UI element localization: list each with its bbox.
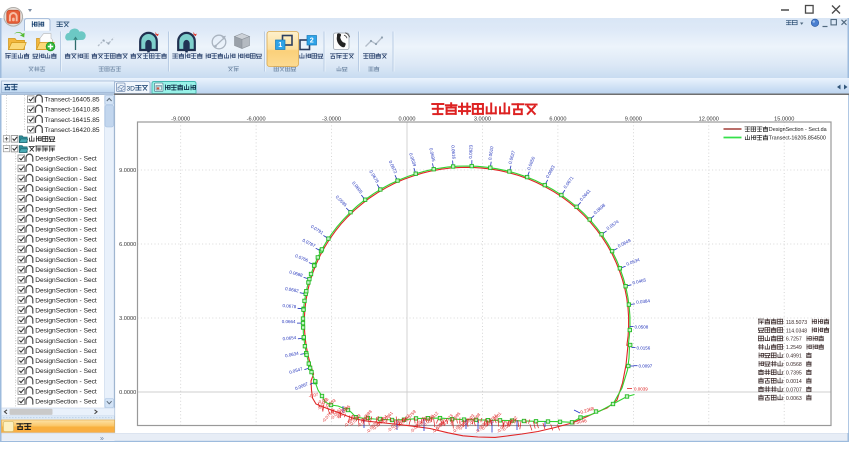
svg-text:DesignSection - Sect: DesignSection - Sect [35, 399, 97, 406]
svg-text:0.0508: 0.0508 [635, 325, 649, 330]
svg-text:DesignSection - Sect: DesignSection - Sect [35, 257, 97, 264]
svg-text:: 0.4991: : 0.4991 [783, 354, 802, 360]
svg-text:DesignSection - Sect: DesignSection - Sect [35, 166, 97, 173]
svg-text:0.0000: 0.0000 [398, 116, 415, 122]
svg-text:0.0039: 0.0039 [634, 387, 648, 392]
svg-text:Transect-16415.85: Transect-16415.85 [45, 117, 100, 124]
svg-text:DesignSection - Sect: DesignSection - Sect [35, 297, 97, 304]
svg-text:DesignSection - Sect: DesignSection - Sect [35, 176, 97, 183]
svg-text:0.0000: 0.0000 [119, 390, 136, 396]
svg-text:DesignSection - Sect: DesignSection - Sect [35, 328, 97, 335]
svg-text:-3.0000: -3.0000 [322, 116, 341, 122]
svg-text:DesignSection - Sect: DesignSection - Sect [35, 237, 97, 244]
svg-text:0.0664: 0.0664 [282, 319, 296, 324]
svg-text:6.0000: 6.0000 [549, 116, 566, 122]
svg-text:DesignSection - Sect: DesignSection - Sect [35, 186, 97, 193]
svg-text:9.0000: 9.0000 [625, 116, 642, 122]
svg-text:Transect-16410.85: Transect-16410.85 [45, 107, 100, 114]
svg-text:DesignSection - Sect.da: DesignSection - Sect.da [769, 127, 827, 133]
svg-text:3D: 3D [127, 86, 136, 93]
svg-text:: 0.0063: : 0.0063 [783, 396, 802, 402]
svg-text:DesignSection - Sect: DesignSection - Sect [35, 206, 97, 213]
svg-text:6.0000: 6.0000 [119, 242, 136, 248]
svg-text:DesignSection - Sect: DesignSection - Sect [35, 318, 97, 325]
svg-text:: 114.0348: : 114.0348 [783, 328, 807, 334]
svg-text:1: 1 [278, 40, 282, 49]
svg-text:DesignSection - Sect: DesignSection - Sect [35, 247, 97, 254]
svg-text:DesignSection - Sect: DesignSection - Sect [35, 368, 97, 375]
svg-text:0.0623: 0.0623 [468, 144, 473, 158]
svg-text:DesignSection - Sect: DesignSection - Sect [35, 156, 97, 163]
svg-text:DesignSection - Sect: DesignSection - Sect [35, 287, 97, 294]
svg-text:-9.0000: -9.0000 [171, 116, 190, 122]
svg-text:»: » [100, 436, 104, 443]
svg-text:: 118.5073: : 118.5073 [783, 320, 807, 326]
svg-text:Transect-16405.85: Transect-16405.85 [45, 97, 100, 104]
svg-text:DesignSection - Sect: DesignSection - Sect [35, 267, 97, 274]
svg-text:DesignSection - Sect: DesignSection - Sect [35, 378, 97, 385]
svg-text:DesignSection - Sect: DesignSection - Sect [35, 227, 97, 234]
svg-text:3.0000: 3.0000 [119, 316, 136, 322]
svg-text:DesignSection - Sect: DesignSection - Sect [35, 196, 97, 203]
svg-text:DesignSection - Sect: DesignSection - Sect [35, 348, 97, 355]
svg-text:9.0000: 9.0000 [119, 168, 136, 174]
svg-text:: 0.0707: : 0.0707 [783, 387, 802, 393]
svg-text:DesignSection - Sect: DesignSection - Sect [35, 358, 97, 365]
svg-text:Transect-16205.854500: Transect-16205.854500 [769, 136, 826, 142]
svg-text:: 0.7395: : 0.7395 [783, 371, 802, 377]
svg-text:DesignSection - Sect: DesignSection - Sect [35, 308, 97, 315]
svg-text:: 6.7257: : 6.7257 [783, 337, 802, 343]
svg-text:2: 2 [310, 36, 314, 45]
svg-text:0.0156: 0.0156 [637, 346, 651, 351]
svg-text:12.0000: 12.0000 [699, 116, 719, 122]
svg-text:0.0097: 0.0097 [639, 364, 653, 369]
svg-text:Transect-16420.85: Transect-16420.85 [45, 127, 100, 134]
svg-text:DesignSection - Sect: DesignSection - Sect [35, 388, 97, 395]
svg-text:15.0000: 15.0000 [774, 116, 794, 122]
svg-text:-6.0000: -6.0000 [247, 116, 266, 122]
svg-text:: 0.0014: : 0.0014 [783, 379, 802, 385]
svg-text:DesignSection - Sect: DesignSection - Sect [35, 216, 97, 223]
svg-text:DesignSection - Sect: DesignSection - Sect [35, 338, 97, 345]
svg-text:: 0.0568: : 0.0568 [783, 362, 802, 368]
svg-text:DesignSection - Sect: DesignSection - Sect [35, 277, 97, 284]
svg-text:3.0000: 3.0000 [474, 116, 491, 122]
svg-text:: 1.2549: : 1.2549 [783, 345, 802, 351]
